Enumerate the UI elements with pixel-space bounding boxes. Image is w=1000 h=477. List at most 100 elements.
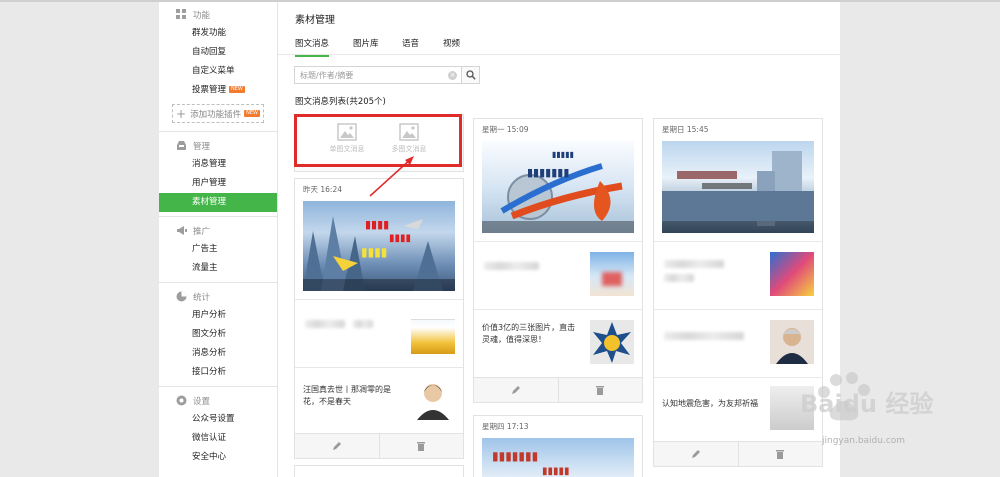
baidu-watermark: Baidu 经验 jingyan.baidu.com — [800, 370, 990, 460]
article-card[interactable] — [294, 465, 464, 477]
sidebar-item-user-analytics[interactable]: 用户分析 — [159, 306, 277, 325]
blurred-title — [664, 260, 724, 268]
card-actions — [295, 433, 463, 458]
tab-images[interactable]: 图片库 — [353, 37, 379, 49]
sub-article-title: 认知地震危害，为友邦祈福 — [662, 399, 758, 408]
sidebar-item-broadcast[interactable]: 群发功能 — [159, 24, 277, 43]
card-date: 星期一 15:09 — [482, 125, 529, 134]
article-card[interactable]: 星期四 17:13 ▮▮▮▮▮▮▮ ▮▮▮▮▮ — [473, 415, 643, 477]
sidebar-group-title: 设置 — [193, 396, 211, 407]
delete-button[interactable] — [557, 378, 643, 402]
image-icon — [337, 123, 357, 141]
tab-articles[interactable]: 图文消息 — [295, 37, 330, 57]
sidebar-item-users[interactable]: 用户管理 — [159, 174, 277, 193]
cover-image: ▮▮▮▮▮▮▮ ▮▮▮▮▮ — [482, 141, 634, 233]
card-actions — [474, 377, 642, 402]
clear-icon[interactable]: × — [448, 70, 457, 80]
sidebar-item-security[interactable]: 安全中心 — [159, 448, 277, 467]
grid-icon — [176, 9, 187, 20]
article-card[interactable]: 昨天 16:24 ▮▮▮▮ ▮▮▮▮ ▮▮▮▮ 汪国真去世丨那凋零的是花，不是春… — [294, 178, 464, 459]
sub-article-row[interactable] — [474, 241, 642, 309]
svg-text:▮▮▮▮▮: ▮▮▮▮▮ — [542, 466, 570, 477]
sub-article-row[interactable]: 认知地震危害，为友邦祈福 — [654, 377, 822, 441]
article-card[interactable]: 星期日 15:45 认知地震危害，为友邦祈福 — [653, 118, 823, 467]
sub-article-title: 价值3亿的三张图片，直击灵魂，值得深思！ — [482, 323, 576, 344]
sidebar-group-title: 管理 — [193, 141, 211, 152]
sidebar-item-messages[interactable]: 消息管理 — [159, 155, 277, 174]
sub-article-row[interactable]: 价值3亿的三张图片，直击灵魂，值得深思！ — [474, 309, 642, 377]
sidebar-item-api-analytics[interactable]: 接口分析 — [159, 363, 277, 382]
card-date: 星期日 15:45 — [662, 125, 709, 134]
add-plugin-button[interactable]: + 添加功能插件 NEW — [172, 104, 264, 123]
sidebar-group-promote: 推广 广告主 流量主 — [159, 217, 277, 283]
pie-chart-icon — [176, 291, 187, 302]
card-actions — [654, 441, 822, 466]
svg-text:▮▮▮▮: ▮▮▮▮ — [389, 233, 411, 244]
sub-thumbnail — [770, 320, 814, 364]
sidebar-item-wechat-verify[interactable]: 微信认证 — [159, 429, 277, 448]
sidebar-item-custom-menu[interactable]: 自定义菜单 — [159, 62, 277, 81]
sidebar-item-article-analytics[interactable]: 图文分析 — [159, 325, 277, 344]
cover-image: ▮▮▮▮ ▮▮▮▮ ▮▮▮▮ — [303, 201, 455, 291]
main-panel: 素材管理 图文消息 图片库 语音 视频 × 图文消息列表(共205个) 昨天 1… — [278, 2, 840, 477]
sidebar-item-publisher[interactable]: 流量主 — [159, 259, 277, 278]
new-multi-article-button[interactable]: 多图文消息 — [381, 123, 437, 154]
search-button[interactable] — [461, 65, 480, 84]
sidebar-item-vote[interactable]: 投票管理 NEW — [159, 81, 277, 100]
edit-button[interactable] — [654, 442, 738, 466]
edit-button[interactable] — [474, 378, 558, 402]
cover-image — [662, 141, 814, 233]
svg-text:▮▮▮▮: ▮▮▮▮ — [361, 245, 387, 259]
sidebar-group-header: 管理 — [159, 136, 277, 155]
sidebar: 功能 群发功能 自动回复 自定义菜单 投票管理 NEW + 添加功能插件 NEW … — [159, 2, 278, 477]
trash-icon — [596, 386, 605, 395]
sidebar-item-account-settings[interactable]: 公众号设置 — [159, 410, 277, 429]
new-badge: NEW — [229, 86, 245, 93]
pencil-icon — [511, 386, 520, 394]
sidebar-group-header: 统计 — [159, 287, 277, 306]
sidebar-group-stats: 统计 用户分析 图文分析 消息分析 接口分析 — [159, 283, 277, 387]
sidebar-item-auto-reply[interactable]: 自动回复 — [159, 43, 277, 62]
sub-thumbnail — [590, 252, 634, 296]
blurred-title — [484, 262, 539, 270]
sub-article-row[interactable] — [654, 241, 822, 309]
image-icon — [399, 123, 419, 141]
sub-thumbnail — [770, 252, 814, 296]
megaphone-icon — [176, 225, 187, 236]
search-box: × — [294, 65, 480, 84]
trash-icon — [776, 450, 785, 459]
svg-text:▮▮▮▮▮: ▮▮▮▮▮ — [552, 150, 574, 159]
tab-voice[interactable]: 语音 — [402, 37, 419, 49]
article-card[interactable]: 星期一 15:09 ▮▮▮▮▮▮▮ ▮▮▮▮▮ 价值3亿的三张图片，直击灵魂，值… — [473, 118, 643, 403]
svg-text:▮▮▮▮▮▮▮: ▮▮▮▮▮▮▮ — [527, 166, 569, 179]
pencil-icon — [332, 442, 341, 450]
svg-text:▮▮▮▮: ▮▮▮▮ — [365, 218, 389, 231]
sidebar-group-header: 推广 — [159, 221, 277, 240]
list-count: 图文消息列表(共205个) — [295, 97, 386, 107]
pencil-icon — [691, 450, 700, 458]
tab-video[interactable]: 视频 — [443, 37, 460, 49]
sidebar-group-title: 统计 — [193, 292, 211, 303]
sub-article-row[interactable]: 汪国真去世丨那凋零的是花，不是春天 — [295, 367, 463, 433]
gear-icon — [176, 395, 187, 406]
sub-article-row[interactable] — [654, 309, 822, 377]
svg-text:▮▮▮▮▮▮▮: ▮▮▮▮▮▮▮ — [492, 449, 538, 463]
cover-image: ▮▮▮▮▮▮▮ ▮▮▮▮▮ — [482, 438, 634, 477]
sidebar-group-settings: 设置 公众号设置 微信认证 安全中心 — [159, 387, 277, 471]
sidebar-item-message-analytics[interactable]: 消息分析 — [159, 344, 277, 363]
sub-article-title: 汪国真去世丨那凋零的是花，不是春天 — [303, 385, 391, 406]
new-single-article-button[interactable]: 单图文消息 — [319, 123, 375, 154]
column-3: 星期日 15:45 认知地震危害，为友邦祈福 — [653, 118, 823, 467]
sidebar-group-manage: 管理 消息管理 用户管理 素材管理 — [159, 132, 277, 217]
sidebar-item-advertiser[interactable]: 广告主 — [159, 240, 277, 259]
sub-article-row[interactable] — [295, 299, 463, 367]
search-input[interactable] — [295, 67, 448, 83]
delete-button[interactable] — [378, 434, 464, 458]
sidebar-group-title: 功能 — [193, 10, 211, 21]
sub-thumbnail — [411, 376, 455, 420]
sub-thumbnail — [590, 320, 634, 364]
sidebar-item-materials[interactable]: 素材管理 — [159, 193, 277, 212]
edit-button[interactable] — [295, 434, 379, 458]
column-2: 星期一 15:09 ▮▮▮▮▮▮▮ ▮▮▮▮▮ 价值3亿的三张图片，直击灵魂，值… — [473, 118, 643, 477]
cover-art: ▮▮▮▮ ▮▮▮▮ ▮▮▮▮ — [303, 216, 455, 291]
